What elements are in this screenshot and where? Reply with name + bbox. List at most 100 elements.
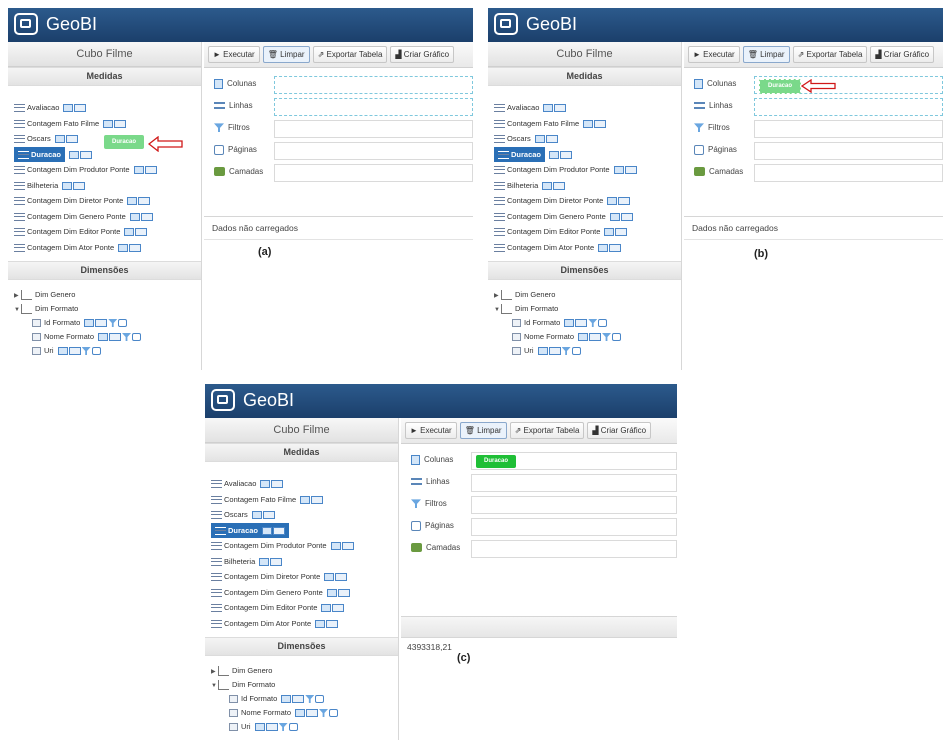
dragged-measure-chip[interactable]: Duracao — [104, 135, 145, 149]
page-icon[interactable] — [91, 347, 101, 356]
rows-dropzone[interactable] — [754, 98, 943, 116]
export-table-button[interactable]: ⇗ Exportar Tabela — [509, 422, 585, 439]
clear-button[interactable]: 🗑 Limpar — [262, 46, 310, 63]
collapse-icon[interactable]: ▼ — [211, 679, 218, 693]
measure-chip[interactable]: Duracao — [476, 455, 517, 468]
measure-item[interactable]: Contagem Dim Diretor Ponte — [494, 193, 681, 209]
level-item[interactable]: Nome Formato — [494, 330, 681, 344]
level-item[interactable]: Id Formato — [211, 692, 398, 706]
column-target-icon[interactable] — [124, 228, 135, 237]
measure-item[interactable]: Contagem Dim Editor Ponte — [211, 600, 398, 616]
column-target-icon[interactable] — [315, 619, 326, 628]
measure-item[interactable]: Oscars — [211, 507, 398, 523]
filter-icon[interactable] — [602, 333, 612, 342]
measure-item[interactable]: Oscars — [494, 131, 681, 147]
column-target-icon[interactable] — [127, 197, 138, 206]
row-target-icon[interactable] — [326, 619, 339, 628]
measure-item[interactable]: Contagem Fato Filme — [211, 492, 398, 508]
column-target-icon[interactable] — [321, 604, 332, 613]
filter-icon[interactable] — [319, 709, 329, 718]
measure-item[interactable]: Bilheteria — [211, 554, 398, 570]
column-target-icon[interactable] — [583, 119, 594, 128]
page-icon[interactable] — [288, 723, 298, 732]
filters-dropzone[interactable] — [274, 120, 473, 138]
page-icon[interactable] — [612, 333, 622, 342]
dimension-item[interactable]: ▶ Dim Genero — [14, 288, 201, 302]
columns-dropzone[interactable] — [274, 76, 473, 94]
filters-dropzone[interactable] — [471, 496, 677, 514]
export-table-button[interactable]: ⇗ Exportar Tabela — [312, 46, 388, 63]
row-target-icon[interactable] — [271, 480, 284, 489]
measure-item[interactable]: Contagem Dim Genero Ponte — [14, 209, 201, 225]
row-target-icon[interactable] — [95, 319, 108, 328]
column-target-icon[interactable] — [98, 333, 109, 342]
filter-icon[interactable] — [561, 347, 571, 356]
row-target-icon[interactable] — [332, 604, 345, 613]
row-target-icon[interactable] — [335, 573, 348, 582]
create-chart-button[interactable]: ▟ Criar Gráfico — [390, 46, 455, 63]
pages-dropzone[interactable] — [471, 518, 677, 536]
measure-item[interactable]: Contagem Dim Genero Ponte — [494, 209, 681, 225]
column-target-icon[interactable] — [549, 150, 560, 159]
column-target-icon[interactable] — [251, 511, 262, 520]
column-target-icon[interactable] — [295, 709, 306, 718]
column-target-icon[interactable] — [537, 347, 548, 356]
column-target-icon[interactable] — [324, 573, 335, 582]
measure-item[interactable]: Contagem Dim Produtor Ponte — [14, 162, 201, 178]
row-target-icon[interactable] — [270, 557, 283, 566]
page-icon[interactable] — [598, 319, 608, 328]
measure-item[interactable]: Avaliacao — [14, 100, 201, 116]
column-target-icon[interactable] — [609, 212, 620, 221]
row-target-icon[interactable] — [80, 150, 93, 159]
column-target-icon[interactable] — [133, 166, 144, 175]
row-target-icon[interactable] — [615, 228, 628, 237]
page-icon[interactable] — [315, 695, 325, 704]
page-icon[interactable] — [118, 319, 128, 328]
filter-icon[interactable] — [81, 347, 91, 356]
row-target-icon[interactable] — [265, 723, 278, 732]
expand-icon[interactable]: ▶ — [14, 289, 21, 303]
layers-dropzone[interactable] — [471, 540, 677, 558]
column-target-icon[interactable] — [534, 135, 545, 144]
column-target-icon[interactable] — [84, 319, 95, 328]
level-item[interactable]: Uri — [14, 344, 201, 358]
row-target-icon[interactable] — [575, 319, 588, 328]
row-target-icon[interactable] — [135, 228, 148, 237]
row-target-icon[interactable] — [337, 588, 350, 597]
filter-icon[interactable] — [278, 723, 288, 732]
dropping-measure-chip[interactable]: Duracao — [759, 79, 802, 94]
pages-dropzone[interactable] — [754, 142, 943, 160]
column-target-icon[interactable] — [254, 723, 265, 732]
export-table-button[interactable]: ⇗ Exportar Tabela — [792, 46, 868, 63]
measure-item[interactable]: Bilheteria — [14, 178, 201, 194]
row-target-icon[interactable] — [560, 150, 573, 159]
dimension-item[interactable]: ▼ Dim Formato — [14, 302, 201, 316]
filter-icon[interactable] — [588, 319, 598, 328]
layers-dropzone[interactable] — [274, 164, 473, 182]
row-target-icon[interactable] — [273, 526, 286, 535]
row-target-icon[interactable] — [553, 181, 566, 190]
row-target-icon[interactable] — [292, 695, 305, 704]
measure-item[interactable]: Contagem Dim Diretor Ponte — [14, 193, 201, 209]
execute-button[interactable]: ► Executar — [688, 46, 740, 63]
row-target-icon[interactable] — [65, 135, 78, 144]
measure-item[interactable]: Contagem Dim Ator Ponte — [494, 240, 681, 256]
column-target-icon[interactable] — [543, 104, 554, 113]
columns-dropzone[interactable]: Duracao — [471, 452, 677, 470]
level-item[interactable]: Nome Formato — [211, 706, 398, 720]
filters-dropzone[interactable] — [754, 120, 943, 138]
level-item[interactable]: Id Formato — [494, 316, 681, 330]
column-target-icon[interactable] — [326, 588, 337, 597]
level-item[interactable]: Uri — [494, 344, 681, 358]
column-target-icon[interactable] — [564, 319, 575, 328]
column-target-icon[interactable] — [57, 347, 68, 356]
dimension-item[interactable]: ▶ Dim Genero — [494, 288, 681, 302]
column-target-icon[interactable] — [330, 542, 341, 551]
column-target-icon[interactable] — [300, 495, 311, 504]
column-target-icon[interactable] — [103, 119, 114, 128]
create-chart-button[interactable]: ▟ Criar Gráfico — [870, 46, 935, 63]
column-target-icon[interactable] — [54, 135, 65, 144]
column-target-icon[interactable] — [118, 243, 129, 252]
dimension-item[interactable]: ▼ Dim Formato — [494, 302, 681, 316]
column-target-icon[interactable] — [63, 104, 74, 113]
